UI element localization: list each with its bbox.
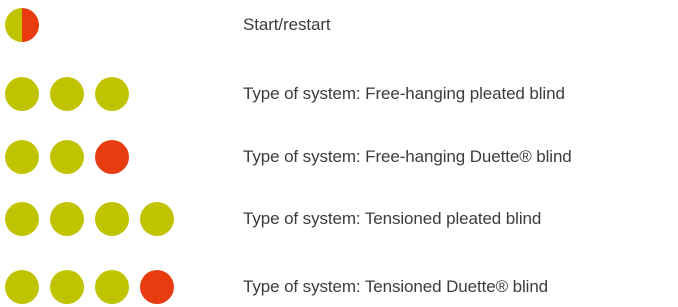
- olive-dot-icon: [5, 270, 39, 304]
- olive-dot-icon: [95, 202, 129, 236]
- olive-dot-icon: [5, 77, 39, 111]
- led-indicator-start-restart: [5, 6, 205, 42]
- legend-label: Type of system: Free-hanging pleated bli…: [243, 84, 565, 103]
- legend-label: Start/restart: [243, 15, 331, 34]
- olive-dot-icon: [50, 77, 84, 111]
- red-dot-icon: [140, 270, 174, 304]
- half-olive-half-red-dot-icon: [5, 8, 39, 42]
- legend-row-free-hanging-duette: Type of system: Free-hanging Duette® bli…: [0, 138, 678, 174]
- legend-label: Type of system: Free-hanging Duette® bli…: [243, 147, 572, 166]
- led-indicator-tensioned-duette: [5, 268, 205, 304]
- legend-row-tensioned-pleated: Type of system: Tensioned pleated blind: [0, 200, 678, 236]
- legend-row-tensioned-duette: Type of system: Tensioned Duette® blind: [0, 268, 678, 304]
- legend-row-start-restart: Start/restart: [0, 6, 678, 42]
- legend-row-free-hanging-pleated: Type of system: Free-hanging pleated bli…: [0, 75, 678, 111]
- led-indicator-tensioned-pleated: [5, 200, 205, 236]
- led-indicator-free-hanging-pleated: [5, 75, 205, 111]
- olive-dot-icon: [5, 202, 39, 236]
- led-indicator-free-hanging-duette: [5, 138, 205, 174]
- olive-dot-icon: [50, 140, 84, 174]
- red-dot-icon: [95, 140, 129, 174]
- olive-dot-icon: [95, 77, 129, 111]
- olive-dot-icon: [50, 202, 84, 236]
- olive-dot-icon: [50, 270, 84, 304]
- olive-dot-icon: [140, 202, 174, 236]
- light-signal-legend: Start/restart Type of system: Free-hangi…: [0, 0, 678, 307]
- olive-dot-icon: [5, 140, 39, 174]
- legend-label: Type of system: Tensioned Duette® blind: [243, 277, 549, 296]
- legend-label: Type of system: Tensioned pleated blind: [243, 209, 542, 228]
- olive-dot-icon: [95, 270, 129, 304]
